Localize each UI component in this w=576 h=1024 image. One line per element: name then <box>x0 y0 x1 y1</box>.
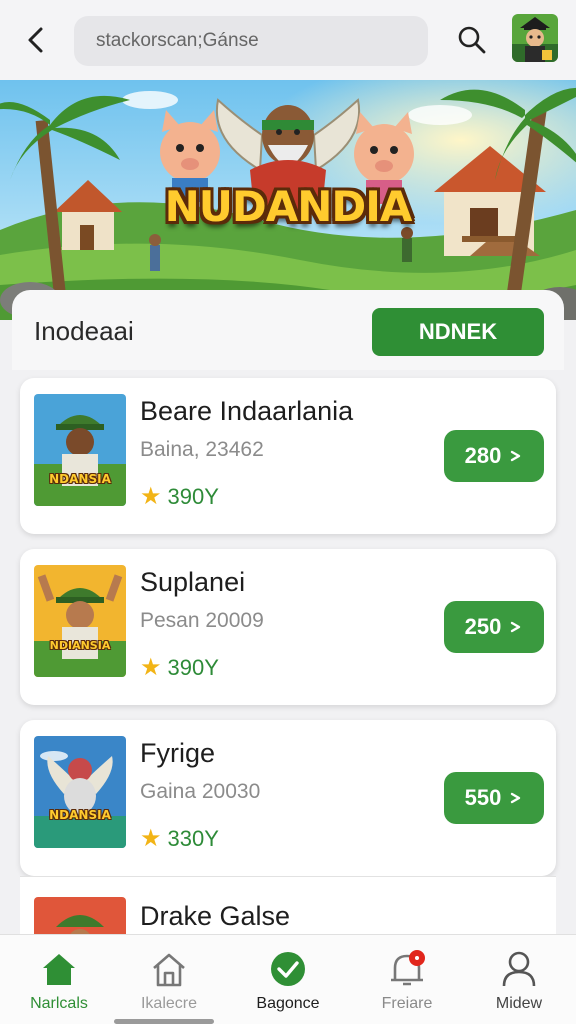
back-button[interactable] <box>18 22 54 58</box>
nav-label: Midew <box>495 995 543 1012</box>
price-label: 280 <box>464 443 502 468</box>
star-icon: ★ <box>140 825 162 852</box>
thumbnail-title: NDANSIA <box>49 808 111 822</box>
avatar[interactable] <box>512 14 558 62</box>
price-button[interactable]: 280 <box>444 430 544 482</box>
nav-item-home[interactable]: Narlcals <box>4 945 114 1021</box>
price-button[interactable]: 250 <box>444 601 544 653</box>
user-icon <box>499 949 539 989</box>
chevron-right-icon <box>511 792 521 804</box>
scroll-indicator <box>114 1019 214 1024</box>
item-rating-value: 390Y <box>167 654 219 680</box>
price-label: 550 <box>464 785 502 810</box>
avatar-character-image <box>512 14 558 62</box>
section-title: Inodeaai <box>34 316 134 346</box>
thumbnail-title: NDANSIA <box>49 472 111 486</box>
home-icon <box>39 949 79 989</box>
nav-item-notifications[interactable]: Freiare <box>352 945 462 1021</box>
search-icon <box>458 26 486 54</box>
section-action-button[interactable]: NDNEK <box>372 308 544 356</box>
item-title: Fyrige <box>140 738 216 768</box>
item-thumbnail-image <box>34 394 126 506</box>
thumbnail-title: NDIANSIA <box>49 639 111 652</box>
price-button[interactable]: 550 <box>444 772 544 824</box>
item-subtitle: Gaina 20030 <box>140 780 261 803</box>
item-title: Beare Indaarlania <box>140 396 354 426</box>
item-rating: ★ 330Y <box>140 824 219 853</box>
nav-item-balance[interactable]: Bagonce <box>233 945 343 1021</box>
list-item[interactable]: NDANSIA Beare Indaarlania Baina, 23462 ★… <box>20 378 556 534</box>
item-title: Suplanei <box>140 567 246 597</box>
house-outline-icon <box>149 949 189 989</box>
list-item[interactable]: NDANSIA Fyrige Gaina 20030 ★ 330Y 550 <box>20 720 556 876</box>
nav-label: Bagonce <box>256 995 320 1012</box>
bell-icon <box>387 949 427 989</box>
top-bar <box>0 0 576 80</box>
item-rating-value: 330Y <box>167 825 219 851</box>
item-thumbnail: NDANSIA <box>34 736 126 848</box>
banner-title: NUDANDIA <box>164 182 413 231</box>
item-rating: ★ 390Y <box>140 482 219 511</box>
search-bar[interactable] <box>74 16 428 66</box>
list-item[interactable]: NDIANSIA Suplanei Pesan 20009 ★ 390Y 250 <box>20 549 556 705</box>
price-label: 250 <box>464 614 502 639</box>
item-subtitle: Pesan 20009 <box>140 609 264 632</box>
section-header: Inodeaai NDNEK <box>12 290 564 370</box>
star-icon: ★ <box>140 654 162 681</box>
chevron-left-icon <box>28 27 43 53</box>
nav-item-explore[interactable]: Ikalecre <box>114 945 224 1021</box>
bottom-nav: Narlcals Ikalecre Bagonce Freiare Midew <box>0 934 576 1024</box>
nav-item-profile[interactable]: Midew <box>464 945 574 1021</box>
item-thumbnail: NDIANSIA <box>34 565 126 677</box>
nav-label: Narlcals <box>30 995 88 1012</box>
chevron-right-icon <box>511 621 521 633</box>
item-thumbnail-image <box>34 565 126 677</box>
item-rating-value: 390Y <box>167 483 219 509</box>
item-thumbnail-image <box>34 736 126 848</box>
item-subtitle: Baina, 23462 <box>140 438 264 461</box>
hero-banner[interactable]: NUDANDIA <box>0 80 576 320</box>
nav-label: Freiare <box>381 995 433 1012</box>
nav-label: Ikalecre <box>140 995 198 1012</box>
item-rating: ★ 390Y <box>140 653 219 682</box>
star-icon: ★ <box>140 483 162 510</box>
item-thumbnail: NDANSIA <box>34 394 126 506</box>
search-button[interactable] <box>452 20 492 60</box>
item-title: Drake Galse <box>140 901 291 931</box>
chevron-right-icon <box>511 450 521 462</box>
search-input[interactable] <box>96 30 428 52</box>
check-circle-icon <box>268 949 308 989</box>
